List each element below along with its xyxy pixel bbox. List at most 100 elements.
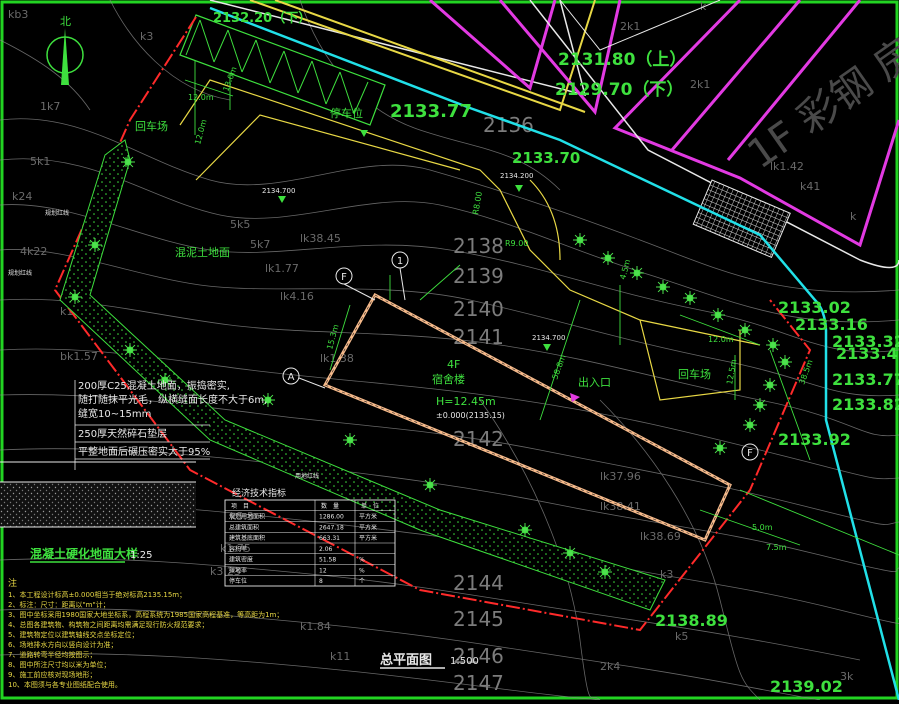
svg-text:k24: k24 bbox=[12, 190, 32, 203]
dimension-text: 12.0m bbox=[708, 335, 734, 344]
table-cell: % bbox=[359, 567, 365, 574]
shrub-icon bbox=[743, 418, 757, 432]
shrub-icon bbox=[630, 266, 644, 280]
detail-line: 随打随抹平光毛，纵横缝面长度不大于6m, bbox=[78, 393, 267, 406]
shrub-icon bbox=[656, 280, 670, 294]
note-label: 用地红线 bbox=[295, 472, 319, 480]
table-cell: 平方米 bbox=[359, 523, 377, 531]
elevation-label: 2138.89 bbox=[655, 611, 728, 630]
parking-label: 停车位 bbox=[330, 106, 363, 120]
table-cell: 8 bbox=[319, 578, 323, 585]
table-cell: 12 bbox=[319, 567, 327, 574]
table-cell: 停车位 bbox=[229, 577, 247, 585]
contour-label: 2141 bbox=[453, 325, 504, 349]
turnaround-label: 回车场 bbox=[135, 119, 168, 133]
axis-label: 1 bbox=[397, 256, 403, 267]
entrance-label: 出入口 bbox=[578, 375, 611, 389]
table-cell: 绿地率 bbox=[229, 566, 247, 574]
contour-label: 2147 bbox=[453, 671, 504, 695]
shrub-icon bbox=[123, 343, 137, 357]
elevation-label: 2139.02 bbox=[770, 677, 843, 696]
contour-label: 2138 bbox=[453, 234, 504, 258]
elevation-label: 2132.20（下） bbox=[213, 10, 311, 26]
elevation-label: 2133.92 bbox=[778, 430, 851, 449]
shrub-icon bbox=[753, 398, 767, 412]
svg-text:1k7: 1k7 bbox=[40, 100, 60, 113]
building-floors: 4F bbox=[447, 358, 460, 371]
north-label: 北 bbox=[60, 15, 71, 28]
table-cell: 规划用地面积 bbox=[229, 513, 265, 521]
notes-title: 注 bbox=[8, 577, 17, 589]
elevation-label: 2134.700 bbox=[262, 187, 295, 195]
turnaround-label: 回车场 bbox=[678, 367, 711, 381]
axis-label: F bbox=[747, 448, 753, 459]
shrub-icon bbox=[423, 478, 437, 492]
dimension-text: 5.0m bbox=[752, 523, 773, 532]
elevation-label: 2129.70（下） bbox=[555, 79, 683, 100]
table-header: 单 位 bbox=[361, 502, 379, 510]
table-cell: 663.31 bbox=[319, 535, 340, 542]
elevation-label: 2133.77 bbox=[832, 370, 899, 389]
elevation-label: 2133.82 bbox=[832, 395, 899, 414]
detail-scale: 1:25 bbox=[130, 550, 152, 561]
note-label: 规划红线 bbox=[8, 269, 32, 277]
svg-text:bk1.57: bk1.57 bbox=[60, 350, 98, 363]
table-cell: 总建筑面积 bbox=[229, 523, 259, 531]
shrub-icon bbox=[738, 323, 752, 337]
table-header: 项 目 bbox=[231, 503, 249, 510]
note-item: 2、标注：尺寸：距离以"m"计； bbox=[8, 600, 110, 609]
table-cell: 2647.18 bbox=[319, 524, 344, 531]
site-plan-canvas: 2136 2138 2139 2140 2141 2142 2144 2145 … bbox=[0, 0, 899, 701]
table-header: 数 量 bbox=[321, 502, 339, 510]
note-item: 9、施工前应核对现场地形； bbox=[8, 670, 96, 679]
shrub-icon bbox=[573, 233, 587, 247]
building-height: H=12.45m bbox=[436, 395, 496, 408]
plan-scale: 1:500 bbox=[450, 656, 479, 667]
svg-text:kb3: kb3 bbox=[8, 8, 28, 21]
table-cell: % bbox=[359, 557, 365, 564]
building-name: 宿舍楼 bbox=[432, 372, 465, 386]
shrub-icon bbox=[778, 355, 792, 369]
elevation-label: 2133.77 bbox=[390, 101, 472, 122]
site-plan-drawing: 2136 2138 2139 2140 2141 2142 2144 2145 … bbox=[0, 0, 899, 701]
note-item: 1、本工程设计标高±0.000相当于绝对标高2135.15m； bbox=[8, 590, 186, 599]
svg-text:2k1: 2k1 bbox=[620, 20, 640, 33]
elevation-label: 2133.47 bbox=[836, 344, 899, 363]
table-cell: 平方米 bbox=[359, 534, 377, 542]
dimension-text: R9.00 bbox=[505, 239, 528, 248]
contour-label: 2144 bbox=[453, 571, 504, 595]
table-cell: 2.06 bbox=[319, 546, 333, 553]
svg-text:lk38.45: lk38.45 bbox=[300, 232, 341, 245]
elevation-label: 2131.80（上） bbox=[558, 49, 686, 70]
concrete-ground-label: 混泥土地面 bbox=[175, 246, 230, 259]
svg-text:k: k bbox=[850, 210, 857, 223]
shrub-icon bbox=[563, 546, 577, 560]
note-item: 7、道路转弯半径均按图示； bbox=[8, 650, 96, 659]
shrub-icon bbox=[711, 308, 725, 322]
table-cell: 容积率 bbox=[229, 545, 247, 553]
dimension-text: 12.0m bbox=[188, 93, 214, 102]
shrub-icon bbox=[343, 433, 357, 447]
contour-label: 2139 bbox=[453, 264, 504, 288]
contour-label: 2140 bbox=[453, 297, 504, 321]
elevation-label: 2134.700 bbox=[532, 334, 565, 342]
axis-label: F bbox=[341, 272, 347, 283]
table-cell: 建筑密度 bbox=[229, 556, 253, 564]
svg-text:lk37.96: lk37.96 bbox=[600, 470, 641, 483]
table-cell: 个 bbox=[359, 578, 365, 585]
note-item: 3、图中坐标采用1980国家大地坐标系，高程系统为1985国家高程基准，等高距为… bbox=[8, 610, 283, 619]
svg-text:5k5: 5k5 bbox=[230, 218, 250, 231]
svg-text:lk1.77: lk1.77 bbox=[265, 262, 299, 275]
table-cell: 1286.00 bbox=[319, 514, 344, 521]
shrub-icon bbox=[88, 238, 102, 252]
svg-text:lk4.16: lk4.16 bbox=[280, 290, 314, 303]
table-cell: 平方米 bbox=[359, 513, 377, 521]
note-item: 10、本图须与各专业图纸配合使用。 bbox=[8, 680, 122, 689]
table-cell: 51.58 bbox=[319, 557, 336, 564]
shrub-icon bbox=[121, 155, 135, 169]
axis-label: A bbox=[288, 372, 295, 383]
shrub-icon bbox=[598, 565, 612, 579]
plan-title: 总平面图 bbox=[380, 652, 432, 668]
svg-text:4k22: 4k22 bbox=[20, 245, 47, 258]
note-item: 5、建筑物定位以建筑轴线交点坐标定位； bbox=[8, 630, 138, 639]
